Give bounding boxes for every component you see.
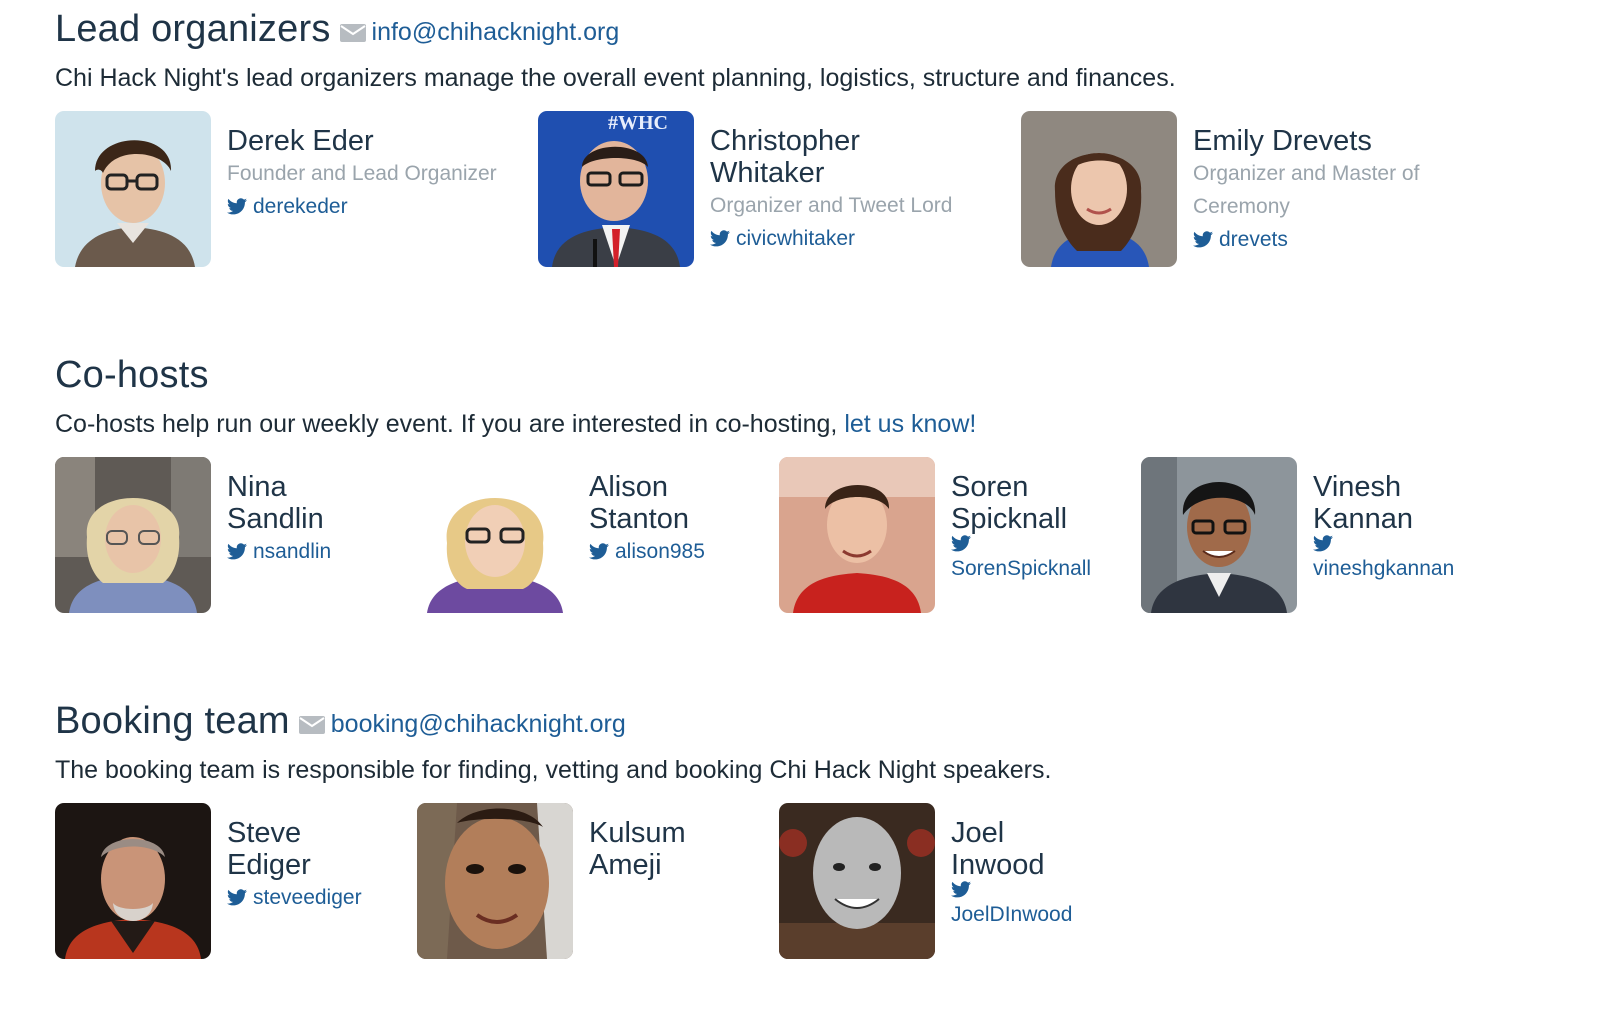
section-title: Lead organizers <box>55 8 331 50</box>
twitter-handle: JoelDInwood <box>951 903 1073 926</box>
person-name-line2: Kannan <box>1313 503 1413 535</box>
twitter-handle: steveediger <box>253 886 362 909</box>
twitter-bird-icon <box>589 543 609 560</box>
twitter-link[interactable]: vineshgkannan <box>1313 535 1480 585</box>
twitter-handle: vineshgkannan <box>1313 557 1455 580</box>
person-name-line2: Ameji <box>589 849 662 881</box>
person-card: #WHC Christopher Whitaker Organizer and … <box>538 111 952 267</box>
person-card: Vinesh Kannan vineshgkannan <box>1141 457 1480 613</box>
person-card: Soren Spicknall SorenSpicknall <box>779 457 1117 613</box>
twitter-link[interactable]: steveediger <box>227 881 362 914</box>
person-name: Derek Eder <box>227 125 374 157</box>
section-title: Booking team <box>55 700 290 742</box>
person-name-line2: Ediger <box>227 849 311 881</box>
email-address: booking@chihacknight.org <box>330 709 626 738</box>
twitter-bird-icon <box>1193 231 1213 248</box>
person-card: Emily Drevets Organizer and Master of Ce… <box>1021 111 1419 267</box>
twitter-link[interactable]: civicwhitaker <box>710 222 952 255</box>
avatar <box>1141 457 1297 613</box>
section-description: Co-hosts help run our weekly event. If y… <box>55 410 1560 439</box>
cohost-contact-link[interactable]: let us know! <box>844 410 976 438</box>
twitter-bird-icon <box>951 881 971 898</box>
avatar <box>779 457 935 613</box>
twitter-handle: drevets <box>1219 228 1288 251</box>
avatar <box>55 111 211 267</box>
people-list: Derek Eder Founder and Lead Organizer de… <box>55 111 1560 267</box>
section-description: Chi Hack Night's lead organizers manage … <box>55 64 1176 92</box>
avatar: #WHC <box>538 111 694 267</box>
person-name-line2: Sandlin <box>227 503 324 535</box>
twitter-bird-icon <box>227 543 247 560</box>
section-title: Co-hosts <box>55 354 209 396</box>
person-name: Alison <box>589 471 668 503</box>
section-description: The booking team is responsible for find… <box>55 756 1052 784</box>
twitter-link[interactable]: derekeder <box>227 190 497 223</box>
avatar <box>417 457 573 613</box>
booking-team-header: Booking team booking@chihacknight.org <box>55 700 1560 746</box>
twitter-link[interactable]: JoelDInwood <box>951 881 1098 931</box>
avatar <box>779 803 935 959</box>
lead-organizers-header: Lead organizers info@chihacknight.org <box>55 8 1560 54</box>
photo-banner-text: #WHC <box>608 112 668 134</box>
cohosts-section: Co-hosts Co-hosts help run our weekly ev… <box>55 354 1560 613</box>
person-card: Derek Eder Founder and Lead Organizer de… <box>55 111 497 267</box>
avatar <box>1021 111 1177 267</box>
person-name: Nina <box>227 471 287 503</box>
twitter-link[interactable]: alison985 <box>589 535 705 568</box>
person-role: Organizer and Tweet Lord <box>710 194 953 217</box>
person-name: Vinesh <box>1313 471 1402 503</box>
person-role: Founder and Lead Organizer <box>227 162 497 185</box>
avatar <box>55 457 211 613</box>
twitter-bird-icon <box>951 535 971 552</box>
booking-email-link[interactable]: booking@chihacknight.org <box>298 709 626 739</box>
people-list: Steve Ediger steveediger Kulsum Ameji Jo… <box>55 803 1560 959</box>
twitter-bird-icon <box>1313 535 1333 552</box>
person-name: Emily Drevets <box>1193 125 1372 157</box>
person-card: Nina Sandlin nsandlin <box>55 457 331 613</box>
person-card: Alison Stanton alison985 <box>417 457 705 613</box>
person-name: Joel <box>951 817 1005 849</box>
person-role: Organizer and Master of <box>1193 162 1420 185</box>
person-name: Kulsum <box>589 817 686 849</box>
person-name-line2: Stanton <box>589 503 689 535</box>
twitter-handle: derekeder <box>253 195 348 218</box>
lead-organizers-section: Lead organizers info@chihacknight.org Ch… <box>55 8 1560 267</box>
twitter-bird-icon <box>227 198 247 215</box>
person-card: Steve Ediger steveediger <box>55 803 362 959</box>
twitter-handle: nsandlin <box>253 540 332 563</box>
twitter-link[interactable]: drevets <box>1193 223 1419 256</box>
person-card: Kulsum Ameji <box>417 803 686 959</box>
lead-email-link[interactable]: info@chihacknight.org <box>339 17 620 47</box>
twitter-handle: alison985 <box>615 540 705 563</box>
twitter-bird-icon <box>710 230 730 247</box>
twitter-bird-icon <box>227 889 247 906</box>
twitter-link[interactable]: nsandlin <box>227 535 331 568</box>
person-name: Steve <box>227 817 302 849</box>
person-role-line2: Ceremony <box>1193 195 1290 218</box>
avatar <box>55 803 211 959</box>
twitter-link[interactable]: SorenSpicknall <box>951 535 1117 585</box>
twitter-handle: SorenSpicknall <box>951 557 1092 580</box>
twitter-handle: civicwhitaker <box>736 227 856 250</box>
person-card: Joel Inwood JoelDInwood <box>779 803 1098 959</box>
description-text: Co-hosts help run our weekly event. If y… <box>55 410 845 438</box>
person-name: Christopher <box>710 125 860 157</box>
avatar <box>417 803 573 959</box>
envelope-icon <box>298 716 325 734</box>
envelope-icon <box>339 24 366 42</box>
person-name: Soren <box>951 471 1029 503</box>
cohosts-header: Co-hosts <box>55 354 1560 400</box>
person-name-line2: Spicknall <box>951 503 1068 535</box>
email-address: info@chihacknight.org <box>371 17 620 46</box>
person-name-line2: Whitaker <box>710 157 825 189</box>
person-name-line2: Inwood <box>951 849 1045 881</box>
people-list: Nina Sandlin nsandlin Alison Stanton ali… <box>55 457 1560 613</box>
booking-team-section: Booking team booking@chihacknight.org Th… <box>55 700 1560 959</box>
